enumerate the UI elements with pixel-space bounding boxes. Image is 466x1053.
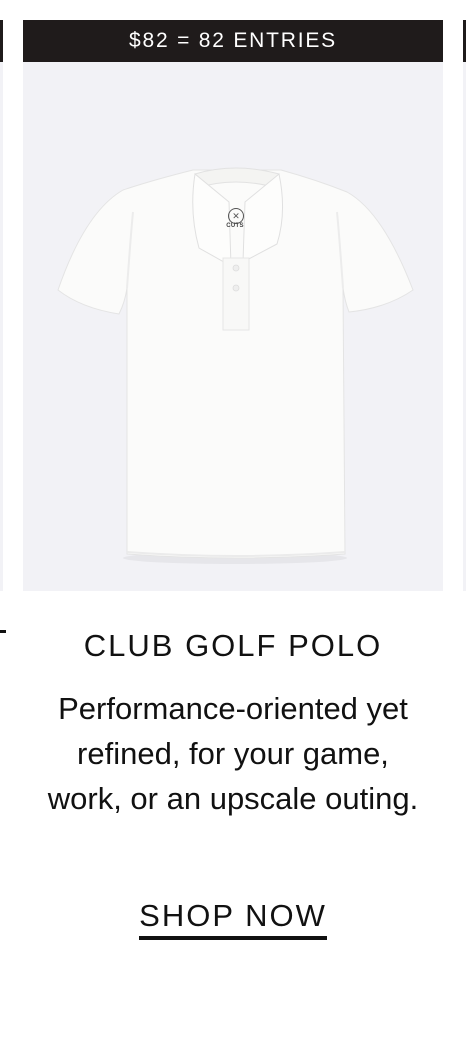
product-image[interactable]: ✕ CUTS (23, 62, 443, 591)
promo-banner-text: $82 = 82 ENTRIES (129, 29, 337, 52)
product-title: CLUB GOLF POLO (83, 628, 383, 663)
shop-now-container: SHOP NOW (0, 898, 466, 940)
product-description: Performance-oriented yet refined, for yo… (47, 691, 419, 816)
brand-tag-text: CUTS (226, 223, 244, 229)
prev-slide-banner-edge (0, 20, 3, 62)
prev-slide-image-edge[interactable] (0, 62, 3, 591)
polo-shirt-image (57, 167, 414, 564)
product-card: $82 = 82 ENTRIES ✕ CUTS (23, 20, 443, 591)
brand-logo-icon: ✕ (228, 208, 244, 224)
promo-banner: $82 = 82 ENTRIES (23, 20, 443, 62)
shop-now-link[interactable]: SHOP NOW (139, 898, 327, 940)
